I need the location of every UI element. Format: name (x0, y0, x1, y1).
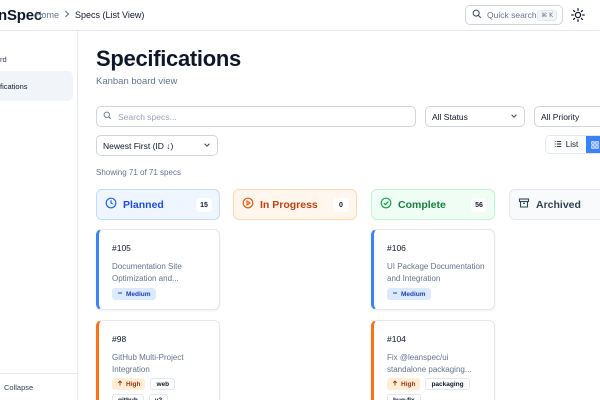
tag-chip[interactable]: web (150, 378, 176, 390)
spec-title-line: UI Package Documentation (387, 262, 485, 271)
spec-title: UI Package Documentation and Integration (387, 261, 491, 284)
minus-icon (392, 290, 398, 298)
tag-row: bug-fix (387, 394, 421, 400)
column-title: Planned (123, 198, 164, 211)
column-title: Complete (398, 198, 446, 211)
status-filter-select[interactable]: All Status (425, 106, 525, 127)
arrow-up-icon (117, 380, 123, 388)
page-subtitle: Kanban board view (96, 76, 178, 87)
column-count-badge: 15 (196, 198, 212, 212)
spec-title: Documentation Site Optimization and... (112, 261, 216, 284)
priority-badge: Medium (112, 288, 156, 300)
spec-title-line: Fix @leanspec/ui (387, 353, 449, 362)
tag-row: github v2 (112, 394, 169, 400)
spec-card[interactable]: #98 GitHub Multi-Project Integration Hig… (96, 320, 220, 400)
priority-label: High (126, 380, 141, 388)
tag-row: High packaging (387, 378, 470, 390)
priority-filter-value: All Priority (541, 111, 580, 122)
collapse-button[interactable]: Collapse (4, 383, 33, 392)
breadcrumb: Home Specs (List View) (35, 10, 144, 20)
sidebar: rd fications Collapse (0, 31, 78, 400)
quick-search-button[interactable]: Quick search... ⌘ K (465, 5, 563, 25)
spec-card[interactable]: #106 UI Package Documentation and Integr… (371, 229, 495, 310)
priority-label: Medium (126, 290, 151, 298)
check-circle-icon (380, 197, 392, 212)
search-icon (472, 9, 482, 21)
sidebar-item-label: rd (0, 54, 7, 64)
tag-row: Medium (387, 288, 431, 300)
page-title: Specifications (96, 46, 241, 71)
spec-title-line: Optimization and... (112, 273, 179, 283)
tag-chip[interactable]: github (112, 394, 144, 400)
play-circle-icon (242, 197, 254, 212)
spec-id: #105 (112, 243, 131, 253)
chevron-down-icon (203, 141, 211, 151)
breadcrumb-home[interactable]: Home (35, 10, 59, 20)
sort-value: Newest First (ID ↓) (103, 140, 174, 151)
grid-icon (591, 136, 599, 153)
tag-chip[interactable]: bug-fix (387, 394, 421, 400)
column-header-complete[interactable]: Complete 56 (371, 189, 495, 220)
priority-badge: High (112, 378, 146, 390)
spec-title-line: and Integration (387, 273, 441, 283)
column-count-badge: 56 (471, 198, 487, 212)
top-bar: nSpec Home Specs (List View) Quick searc… (0, 0, 600, 31)
shortcut-badge: ⌘ K (537, 10, 557, 21)
spec-id: #106 (387, 243, 406, 253)
column-header-planned[interactable]: Planned 15 (96, 189, 220, 220)
column-count-badge: 0 (333, 198, 349, 212)
board-view-button[interactable] (586, 136, 600, 153)
theme-toggle-button[interactable] (570, 7, 586, 23)
list-icon (554, 140, 562, 150)
list-view-label: List (565, 140, 579, 149)
spec-id: #98 (112, 334, 127, 344)
spec-title: GitHub Multi-Project Integration (112, 352, 216, 375)
spec-title-line: Documentation Site (112, 262, 182, 271)
column-header-in-progress[interactable]: In Progress 0 (233, 189, 357, 220)
priority-label: High (401, 380, 416, 388)
arrow-up-icon (392, 380, 398, 388)
spec-title-line: Integration (112, 364, 150, 374)
spec-title: Fix @leanspec/ui standalone packaging... (387, 352, 491, 375)
quick-search-label: Quick search... (487, 10, 544, 20)
minus-icon (117, 290, 123, 298)
search-input[interactable]: Search specs... (96, 106, 416, 127)
sun-icon (570, 8, 586, 27)
sidebar-footer: Collapse (0, 373, 78, 400)
breadcrumb-current: Specs (List View) (75, 10, 145, 20)
spec-card[interactable]: #105 Documentation Site Optimization and… (96, 229, 220, 310)
spec-card[interactable]: #104 Fix @leanspec/ui standalone packagi… (371, 320, 495, 400)
view-toggle: List (545, 135, 600, 154)
tag-row: High web (112, 378, 176, 390)
chevron-down-icon (510, 112, 518, 122)
sidebar-item-dashboard[interactable]: rd (0, 44, 73, 74)
search-placeholder: Search specs... (118, 111, 177, 122)
sidebar-item-specifications[interactable]: fications (0, 71, 73, 101)
sidebar-item-other[interactable] (0, 106, 73, 136)
sort-select[interactable]: Newest First (ID ↓) (96, 135, 218, 156)
results-count: Showing 71 of 71 specs (96, 168, 181, 177)
search-icon (103, 111, 112, 122)
status-filter-value: All Status (432, 111, 468, 122)
chevron-right-icon (63, 10, 71, 20)
column-title: In Progress (260, 198, 318, 211)
column-header-archived[interactable]: Archived (509, 189, 600, 220)
tag-chip[interactable]: packaging (425, 378, 470, 390)
list-view-button[interactable]: List (546, 136, 586, 153)
clock-icon (105, 197, 117, 212)
column-title: Archived (536, 198, 581, 211)
tag-row: Medium (112, 288, 156, 300)
spec-id: #104 (387, 334, 406, 344)
tag-chip[interactable]: v2 (148, 394, 169, 400)
priority-badge: High (387, 378, 421, 390)
priority-label: Medium (401, 290, 426, 298)
priority-badge: Medium (387, 288, 431, 300)
spec-title-line: GitHub Multi-Project (112, 353, 184, 362)
sidebar-item-label: fications (0, 81, 28, 91)
spec-title-line: standalone packaging... (387, 364, 472, 374)
priority-filter-select[interactable]: All Priority (534, 106, 600, 127)
archive-icon (518, 197, 530, 212)
